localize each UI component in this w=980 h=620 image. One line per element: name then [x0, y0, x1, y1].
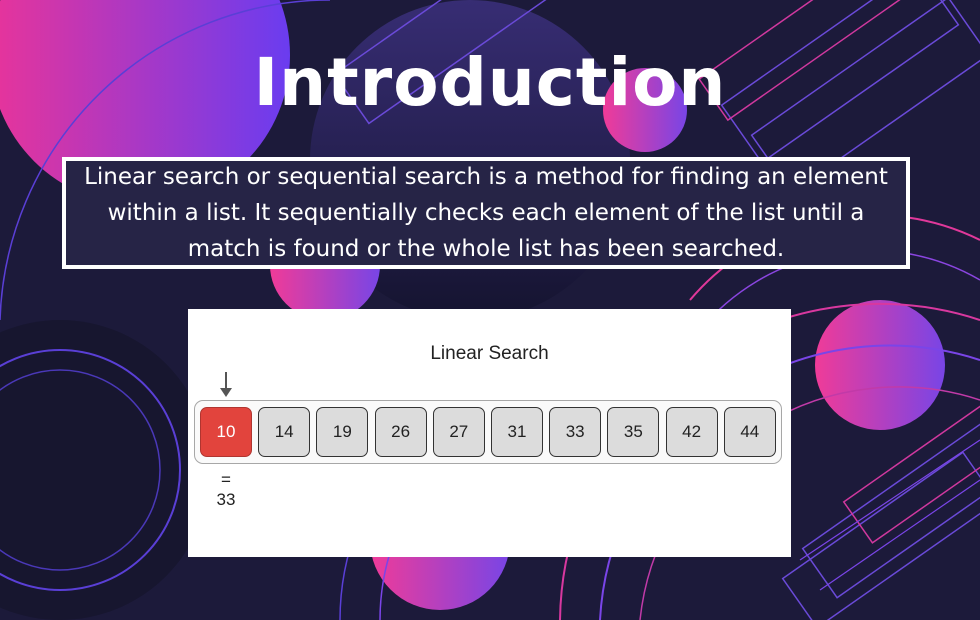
pointer-arrowhead-icon [220, 388, 232, 397]
bg-circle-right [815, 300, 945, 430]
search-value: 33 [216, 490, 236, 509]
linear-search-figure: Linear Search 10 14 19 26 27 31 33 35 42 44 = 33 [188, 309, 791, 557]
description-box: Linear search or sequential search is a … [62, 157, 910, 269]
figure-title: Linear Search [430, 343, 549, 364]
array-cell: 44 [723, 407, 776, 457]
comparison-label: = 33 [206, 470, 246, 510]
array-cell: 31 [491, 407, 543, 457]
array-cell: 14 [258, 407, 311, 457]
array-cell: 42 [665, 407, 718, 457]
array-cell: 26 [374, 407, 427, 457]
array-cell: 27 [432, 407, 485, 457]
comparison-symbol: = [221, 470, 231, 489]
description-text: Linear search or sequential search is a … [84, 164, 888, 262]
slide-title: Introduction [253, 44, 727, 121]
array-container: 10 14 19 26 27 31 33 35 42 44 [194, 400, 782, 464]
array-cell: 33 [549, 407, 602, 457]
array-cell: 19 [316, 407, 369, 457]
array-cell: 35 [607, 407, 660, 457]
array-cell: 10 [200, 407, 252, 457]
